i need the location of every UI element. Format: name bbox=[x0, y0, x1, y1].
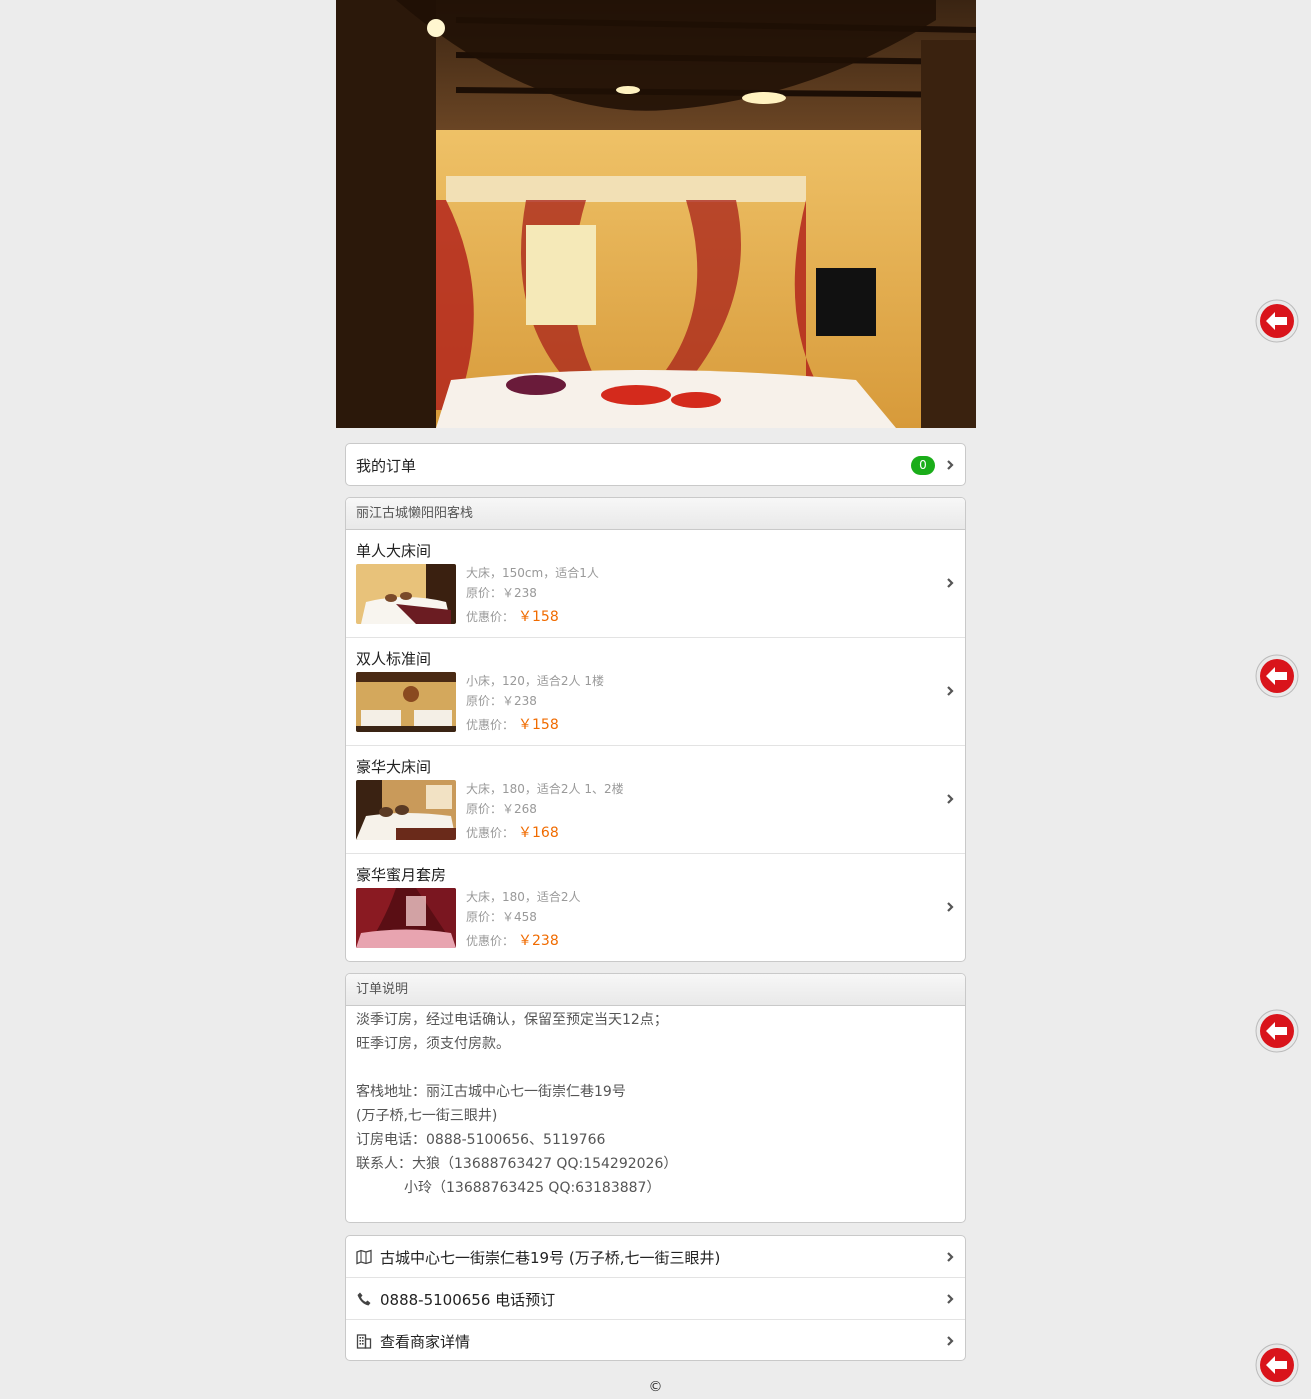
back-button[interactable] bbox=[1255, 1343, 1299, 1387]
my-orders-label: 我的订单 bbox=[356, 457, 417, 475]
phone-icon bbox=[356, 1291, 372, 1307]
notes-line: 淡季订房，经过电话确认，保留至预定当天12点； bbox=[356, 1012, 668, 1028]
back-button[interactable] bbox=[1255, 299, 1299, 343]
notes-line: 小玲（13688763425 QQ:63183887） bbox=[404, 1180, 661, 1196]
notes-title: 订单说明 bbox=[346, 974, 965, 1006]
room-thumbnail bbox=[356, 780, 456, 840]
room-thumbnail bbox=[356, 672, 456, 732]
chevron-right-icon bbox=[945, 1252, 955, 1262]
notes-line: 订房电话：0888-5100656、5119766 bbox=[356, 1132, 606, 1148]
discount-price: 优惠价： ￥168 bbox=[466, 825, 559, 841]
back-arrow-icon bbox=[1255, 1343, 1299, 1387]
page: 我的订单 0 丽江古城懒阳阳客栈 单人大床间 大床，150cm，适合1人 原价：… bbox=[0, 0, 1311, 1399]
original-price: 原价：￥238 bbox=[466, 694, 537, 708]
back-arrow-icon bbox=[1255, 299, 1299, 343]
back-arrow-icon bbox=[1255, 1009, 1299, 1053]
copyright: © bbox=[648, 1379, 663, 1395]
room-name: 双人标准间 bbox=[356, 650, 432, 668]
chevron-right-icon bbox=[945, 794, 955, 804]
address-link[interactable]: 古城中心七一街崇仁巷19号 (万子桥,七一街三眼井) bbox=[346, 1236, 965, 1278]
notes-line: (万子桥,七一街三眼井) bbox=[356, 1108, 498, 1124]
chevron-right-icon bbox=[945, 1336, 955, 1346]
order-notes: 订单说明 淡季订房，经过电话确认，保留至预定当天12点； 旺季订房，须支付房款。… bbox=[345, 973, 966, 1223]
discount-price: 优惠价： ￥238 bbox=[466, 933, 559, 949]
room-thumbnail bbox=[356, 564, 456, 624]
original-price: 原价：￥268 bbox=[466, 802, 537, 816]
notes-line bbox=[356, 1056, 955, 1080]
hotel-name: 丽江古城懒阳阳客栈 bbox=[346, 498, 965, 530]
room-item[interactable]: 单人大床间 大床，150cm，适合1人 原价：￥238 优惠价： ￥158 bbox=[346, 530, 965, 638]
phone-text: 0888-5100656 电话预订 bbox=[380, 1291, 556, 1309]
notes-line: 旺季订房，须支付房款。 bbox=[356, 1036, 510, 1052]
phone-link[interactable]: 0888-5100656 电话预订 bbox=[346, 1278, 965, 1320]
room-item[interactable]: 双人标准间 小床，120，适合2人 1楼 原价：￥238 优惠价： ￥158 bbox=[346, 638, 965, 746]
chevron-right-icon bbox=[945, 1294, 955, 1304]
room-list: 丽江古城懒阳阳客栈 单人大床间 大床，150cm，适合1人 原价：￥238 优惠… bbox=[345, 497, 966, 962]
notes-line: 客栈地址：丽江古城中心七一街崇仁巷19号 bbox=[356, 1084, 626, 1100]
room-desc: 大床，180，适合2人 1、2楼 bbox=[466, 782, 624, 796]
merchant-details-text: 查看商家详情 bbox=[380, 1333, 471, 1351]
chevron-right-icon bbox=[945, 902, 955, 912]
back-button[interactable] bbox=[1255, 654, 1299, 698]
chevron-right-icon bbox=[945, 578, 955, 588]
discount-price: 优惠价： ￥158 bbox=[466, 717, 559, 733]
original-price: 原价：￥458 bbox=[466, 910, 537, 924]
room-name: 豪华蜜月套房 bbox=[356, 866, 447, 884]
merchant-details-link[interactable]: 查看商家详情 bbox=[346, 1320, 965, 1360]
discount-price: 优惠价： ￥158 bbox=[466, 609, 559, 625]
back-button[interactable] bbox=[1255, 1009, 1299, 1053]
room-name: 豪华大床间 bbox=[356, 758, 432, 776]
room-name: 单人大床间 bbox=[356, 542, 432, 560]
room-item[interactable]: 豪华大床间 大床，180，适合2人 1、2楼 原价：￥268 优惠价： ￥168 bbox=[346, 746, 965, 854]
order-count-badge: 0 bbox=[911, 456, 935, 475]
room-thumbnail bbox=[356, 888, 456, 948]
room-desc: 小床，120，适合2人 1楼 bbox=[466, 674, 604, 688]
room-desc: 大床，180，适合2人 bbox=[466, 890, 581, 904]
back-arrow-icon bbox=[1255, 654, 1299, 698]
chevron-right-icon bbox=[945, 686, 955, 696]
hero-room-photo bbox=[336, 0, 976, 428]
room-item[interactable]: 豪华蜜月套房 大床，180，适合2人 原价：￥458 优惠价： ￥238 bbox=[346, 854, 965, 961]
address-text: 古城中心七一街崇仁巷19号 (万子桥,七一街三眼井) bbox=[380, 1249, 721, 1267]
original-price: 原价：￥238 bbox=[466, 586, 537, 600]
building-icon bbox=[356, 1333, 372, 1349]
my-orders-row[interactable]: 我的订单 0 bbox=[345, 443, 966, 486]
notes-line: 联系人：大狼（13688763427 QQ:154292026） bbox=[356, 1156, 678, 1172]
room-desc: 大床，150cm，适合1人 bbox=[466, 566, 599, 580]
info-links: 古城中心七一街崇仁巷19号 (万子桥,七一街三眼井) 0888-5100656 … bbox=[345, 1235, 966, 1361]
notes-body: 淡季订房，经过电话确认，保留至预定当天12点； 旺季订房，须支付房款。 客栈地址… bbox=[346, 1006, 965, 1202]
map-icon bbox=[356, 1249, 372, 1265]
chevron-right-icon bbox=[945, 460, 955, 470]
